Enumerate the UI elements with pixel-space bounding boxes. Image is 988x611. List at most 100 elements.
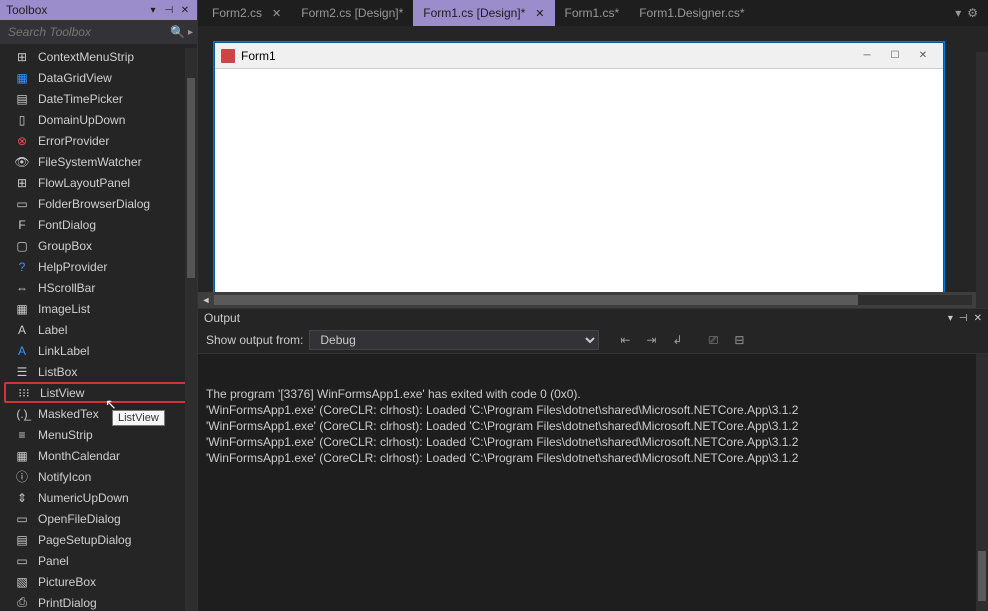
tab-form2cs[interactable]: Form2.cs✕	[202, 0, 291, 26]
gear-icon[interactable]: ⚙	[967, 6, 978, 20]
toolbox-item-errorprovider[interactable]: ⊗ErrorProvider	[0, 130, 197, 151]
toolbox-item-openfiledialog[interactable]: ▭OpenFileDialog	[0, 508, 197, 529]
output-text[interactable]: The program '[3376] WinFormsApp1.exe' ha…	[198, 354, 988, 611]
close-icon[interactable]: ✕	[272, 7, 281, 20]
errorprovider-icon: ⊗	[14, 133, 30, 149]
dropdown-icon[interactable]: ▾	[955, 6, 961, 20]
scrollbar-thumb[interactable]	[187, 78, 195, 278]
toolbox-item-folderbrowserdialog[interactable]: ▭FolderBrowserDialog	[0, 193, 197, 214]
toolbox-item-panel[interactable]: ▭Panel	[0, 550, 197, 571]
clear-icon[interactable]: ⎚	[703, 330, 723, 350]
toolbox-item-listbox[interactable]: ☰ListBox	[0, 361, 197, 382]
toolbox-item-picturebox[interactable]: ▧PictureBox	[0, 571, 197, 592]
tab-form2csdesign[interactable]: Form2.cs [Design]*	[291, 0, 413, 26]
toolbox-item-pagesetupdialog[interactable]: ▤PageSetupDialog	[0, 529, 197, 550]
toolbox-item-notifyicon[interactable]: ⓘNotifyIcon	[0, 466, 197, 487]
hscrollbar-icon: ⇔	[14, 280, 30, 296]
toolbox-search-row: 🔍 ▸	[0, 20, 197, 44]
printdialog-icon: ⎙	[14, 595, 30, 611]
search-input[interactable]	[8, 25, 170, 39]
toolbox-item-hscrollbar[interactable]: ⇔HScrollBar	[0, 277, 197, 298]
toolbox-list[interactable]: ⊞ContextMenuStrip▦DataGridView▤DateTimeP…	[0, 44, 197, 611]
toolbox-item-helpprovider[interactable]: ?HelpProvider	[0, 256, 197, 277]
close-icon[interactable]: ✕	[909, 50, 937, 61]
toolbox-item-monthcalendar[interactable]: ▦MonthCalendar	[0, 445, 197, 466]
toolbox-item-label[interactable]: ALabel	[0, 319, 197, 340]
scroll-track[interactable]	[214, 295, 972, 305]
output-v-scrollbar[interactable]	[976, 354, 988, 611]
scrollbar-thumb[interactable]	[978, 551, 986, 601]
toolbox-item-menustrip[interactable]: ≡MenuStrip	[0, 424, 197, 445]
form-title: Form1	[241, 49, 853, 63]
form-client-area[interactable]	[215, 69, 943, 308]
toolbox-item-printdialog[interactable]: ⎙ PrintDialog	[0, 592, 197, 611]
scroll-left-icon[interactable]: ◄	[198, 295, 214, 305]
imagelist-icon: ▦	[14, 301, 30, 317]
form-icon	[221, 49, 235, 63]
close-icon[interactable]: ✕	[974, 313, 982, 324]
pin-icon[interactable]: ⊣	[163, 4, 175, 16]
minimize-icon[interactable]: ─	[853, 50, 881, 61]
toolbox-item-label: PrintDialog	[38, 596, 97, 610]
filesystemwatcher-icon: 👁	[14, 154, 30, 170]
groupbox-icon: ▢	[14, 238, 30, 254]
toolbox-item-imagelist[interactable]: ▦ImageList	[0, 298, 197, 319]
maximize-icon[interactable]: ☐	[881, 50, 909, 61]
search-icon[interactable]: 🔍	[170, 25, 184, 39]
flowlayoutpanel-icon: ⊞	[14, 175, 30, 191]
output-source-label: Show output from:	[206, 333, 303, 347]
tab-bar: Form2.cs✕Form2.cs [Design]*Form1.cs [Des…	[198, 0, 988, 26]
toolbox-item-label: MonthCalendar	[38, 449, 120, 463]
indent-right-icon[interactable]: ⇥	[641, 330, 661, 350]
panel-icon: ▭	[14, 553, 30, 569]
toolbox-item-label: DataGridView	[38, 71, 112, 85]
scroll-thumb[interactable]	[214, 295, 858, 305]
toolbox-item-fontdialog[interactable]: F FontDialog	[0, 214, 197, 235]
word-wrap-icon[interactable]: ↲	[667, 330, 687, 350]
indent-left-icon[interactable]: ⇤	[615, 330, 635, 350]
toolbox-scrollbar[interactable]	[185, 48, 197, 611]
toolbox-item-domainupdown[interactable]: ▯DomainUpDown	[0, 109, 197, 130]
toolbox-item-filesystemwatcher[interactable]: 👁FileSystemWatcher	[0, 151, 197, 172]
tab-form1cs[interactable]: Form1.cs*	[555, 0, 630, 26]
linklabel-icon: A	[14, 343, 30, 359]
toolbox-item-datetimepicker[interactable]: ▤DateTimePicker	[0, 88, 197, 109]
dropdown-icon[interactable]: ▾	[147, 4, 159, 16]
toolbox-item-label: FontDialog	[38, 218, 96, 232]
toolbox-item-maskedtex[interactable]: (.)̲MaskedTex	[0, 403, 197, 424]
close-icon[interactable]: ✕	[535, 7, 544, 20]
fontdialog-icon: F	[14, 217, 30, 233]
main-area: Form2.cs✕Form2.cs [Design]*Form1.cs [Des…	[198, 0, 988, 611]
form-window[interactable]: Form1 ─ ☐ ✕	[214, 42, 944, 308]
toolbox-item-label: MaskedTex	[38, 407, 99, 421]
output-line: 'WinFormsApp1.exe' (CoreCLR: clrhost): L…	[206, 450, 980, 466]
toolbox-item-numericupdown[interactable]: ⇕NumericUpDown	[0, 487, 197, 508]
toolbox-item-contextmenustrip[interactable]: ⊞ContextMenuStrip	[0, 46, 197, 67]
pagesetupdialog-icon: ▤	[14, 532, 30, 548]
toolbox-item-flowlayoutpanel[interactable]: ⊞FlowLayoutPanel	[0, 172, 197, 193]
toolbox-item-label: DateTimePicker	[38, 92, 123, 106]
designer-h-scrollbar[interactable]: ◄ ►	[198, 292, 988, 308]
toolbox-header: Toolbox ▾ ⊣ ✕	[0, 0, 197, 20]
toolbox-item-label: HelpProvider	[38, 260, 107, 274]
chevron-right-icon[interactable]: ▸	[188, 27, 193, 38]
output-source-select[interactable]: Debug	[309, 330, 599, 350]
listview-icon: ⁝⁝⁝	[16, 385, 32, 401]
toolbox-item-datagridview[interactable]: ▦DataGridView	[0, 67, 197, 88]
tab-form1csdesign[interactable]: Form1.cs [Design]*✕	[413, 0, 554, 26]
toolbox-item-label: LinkLabel	[38, 344, 89, 358]
tab-label: Form1.Designer.cs*	[639, 6, 744, 20]
dropdown-icon[interactable]: ▾	[948, 313, 953, 324]
toolbox-item-listview[interactable]: ⁝⁝⁝ListView	[4, 382, 193, 403]
toggle-icon[interactable]: ⊟	[729, 330, 749, 350]
designer-surface[interactable]: Form1 ─ ☐ ✕ ◄ ►	[198, 26, 988, 308]
close-icon[interactable]: ✕	[179, 4, 191, 16]
designer-v-scrollbar[interactable]	[976, 52, 988, 308]
folderbrowserdialog-icon: ▭	[14, 196, 30, 212]
pin-icon[interactable]: ⊣	[959, 313, 968, 324]
toolbox-item-linklabel[interactable]: A LinkLabel	[0, 340, 197, 361]
openfiledialog-icon: ▭	[14, 511, 30, 527]
toolbox-item-groupbox[interactable]: ▢GroupBox	[0, 235, 197, 256]
toolbox-item-label: ListBox	[38, 365, 77, 379]
tab-form1designercs[interactable]: Form1.Designer.cs*	[629, 0, 754, 26]
